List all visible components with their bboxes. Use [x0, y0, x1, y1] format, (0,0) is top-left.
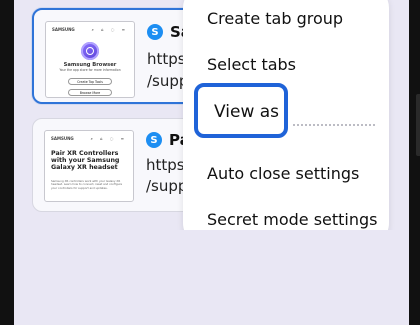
- samsung-site-icon: S: [146, 132, 162, 148]
- thumbnail-button-one: Create Top Tools: [68, 78, 112, 85]
- tab-thumbnail[interactable]: SAMSUNG ⌕ ⌂ ◌ ≡ Pair XR Controllers with…: [44, 130, 134, 202]
- select-tabs-menu-item[interactable]: Select tabs: [207, 55, 296, 74]
- samsung-logo-text: SAMSUNG: [52, 27, 75, 32]
- thumbnail-toolbar-icons: ⌕ ⌂ ◌ ≡: [91, 27, 128, 32]
- create-tab-group-menu-item[interactable]: Create tab group: [207, 9, 343, 28]
- auto-close-settings-menu-item[interactable]: Auto close settings: [207, 164, 359, 183]
- thumbnail-title: Pair XR Controllers with your Samsung Ga…: [51, 150, 120, 172]
- phone-device: SAMSUNG ⌕ ⌂ ◌ ≡ Samsung Browser Your the…: [0, 0, 420, 325]
- tab-thumbnail[interactable]: SAMSUNG ⌕ ⌂ ◌ ≡ Samsung Browser Your the…: [45, 21, 135, 98]
- tab-list-background: [14, 230, 409, 325]
- menu-divider: [293, 124, 375, 126]
- view-as-menu-item[interactable]: View as: [194, 83, 288, 138]
- thumbnail-toolbar-icons: ⌕ ⌂ ◌ ≡: [90, 136, 127, 141]
- secret-mode-settings-menu-item[interactable]: Secret mode settings: [207, 210, 378, 229]
- browser-screen: SAMSUNG ⌕ ⌂ ◌ ≡ Samsung Browser Your the…: [14, 0, 409, 325]
- tabs-more-menu: Create tab group Select tabs View as Aut…: [183, 0, 389, 247]
- thumbnail-subtitle: Your the app store for more information: [59, 68, 121, 72]
- view-as-label: View as: [214, 102, 280, 122]
- thumbnail-copy: Samsung XR controllers work with your Ga…: [51, 179, 123, 190]
- samsung-browser-icon: [81, 42, 99, 60]
- side-button: [416, 94, 420, 156]
- thumbnail-header: SAMSUNG ⌕ ⌂ ◌ ≡: [51, 136, 127, 144]
- thumbnail-button-two: Browse More: [68, 89, 112, 96]
- samsung-site-icon: S: [147, 24, 163, 40]
- thumbnail-header: SAMSUNG ⌕ ⌂ ◌ ≡: [52, 27, 128, 35]
- samsung-logo-text: SAMSUNG: [51, 136, 74, 141]
